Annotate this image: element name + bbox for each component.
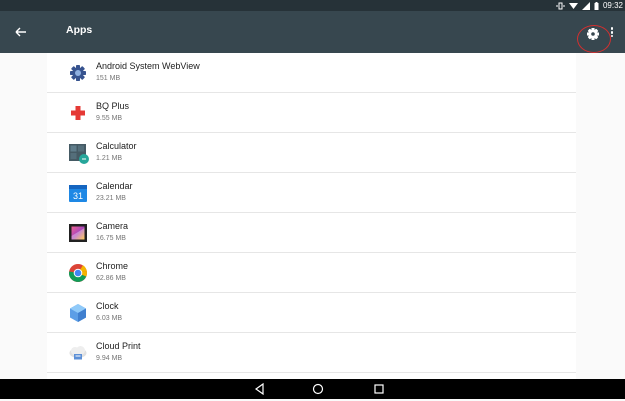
more-vert-icon[interactable]	[608, 26, 616, 40]
app-size: 16.75 MB	[96, 235, 126, 242]
calendar-icon: 31	[67, 182, 89, 204]
app-bar: Apps	[0, 11, 625, 53]
calendar-icon-text: 31	[73, 191, 83, 201]
app-size: 1.21 MB	[96, 155, 123, 162]
list-item[interactable]: Cloud Print 9.94 MB	[47, 333, 576, 373]
app-name: Android System WebView	[96, 61, 200, 71]
app-name: Cloud Print	[96, 341, 141, 351]
app-name: Camera	[96, 221, 129, 231]
app-size: 6.03 MB	[96, 315, 123, 322]
status-time: 09:32	[602, 1, 623, 10]
list-item[interactable]: Android System WebView 151 MB	[47, 53, 576, 93]
gear-icon[interactable]	[583, 24, 603, 44]
page-title: Apps	[66, 24, 93, 36]
camera-icon	[67, 222, 89, 244]
cloud-print-icon	[67, 342, 89, 364]
navigation-bar	[0, 379, 625, 399]
list-item[interactable]: BQ Plus 9.55 MB	[47, 93, 576, 133]
app-name: Clock	[96, 301, 119, 311]
app-name: Calendar	[96, 181, 133, 191]
app-name: BQ Plus	[96, 101, 130, 111]
app-size: 23.21 MB	[96, 195, 126, 202]
calculator-icon	[67, 142, 89, 164]
status-bar: 09:32	[0, 0, 625, 11]
battery-icon	[594, 1, 599, 10]
app-size: 9.55 MB	[96, 115, 123, 122]
bq-plus-icon	[67, 102, 89, 124]
list-item[interactable]: 31 Calendar 23.21 MB	[47, 173, 576, 213]
app-size: 62.86 MB	[96, 275, 126, 282]
arrow-back-icon[interactable]	[12, 23, 30, 41]
signal-icon	[581, 1, 590, 10]
wifi-icon	[568, 2, 578, 9]
back-triangle-icon[interactable]	[253, 382, 267, 396]
list-item[interactable]: Clock 6.03 MB	[47, 293, 576, 333]
app-size: 9.94 MB	[96, 355, 123, 362]
webview-gear-icon	[67, 62, 89, 84]
vibrate-icon	[556, 2, 565, 9]
app-name: Chrome	[96, 261, 129, 271]
list-item[interactable]: Camera 16.75 MB	[47, 213, 576, 253]
home-circle-icon[interactable]	[311, 382, 325, 396]
app-size: 151 MB	[96, 75, 121, 82]
clock-icon	[67, 302, 89, 324]
chrome-icon	[67, 262, 89, 284]
list-item[interactable]: Chrome 62.86 MB	[47, 253, 576, 293]
app-list: Android System WebView 151 MB BQ Plus 9.…	[47, 53, 576, 379]
app-name: Calculator	[96, 141, 137, 151]
recents-square-icon[interactable]	[372, 382, 386, 396]
list-item[interactable]: Calculator 1.21 MB	[47, 133, 576, 173]
